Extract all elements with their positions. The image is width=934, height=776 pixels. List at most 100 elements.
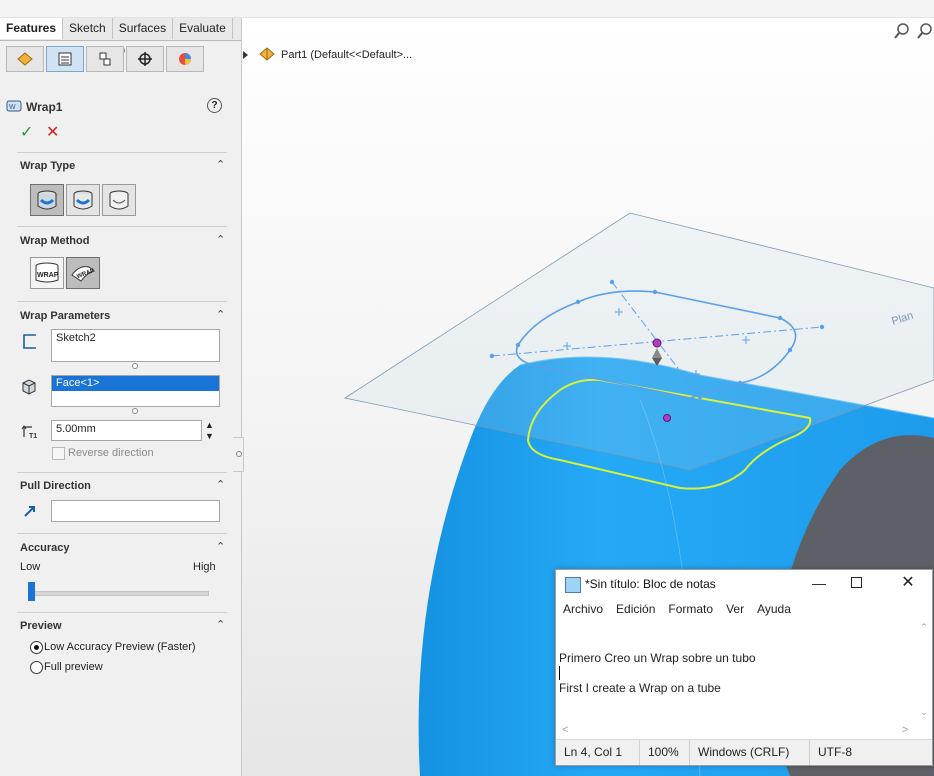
notepad-statusbar: Ln 4, Col 1 100% Windows (CRLF) UTF-8 [556,739,932,765]
face-selection-field[interactable]: Face<1> [51,375,220,407]
notepad-icon [565,577,581,593]
wrap-method-group: WRAP WRAP [30,257,100,289]
horizontal-scrollbar[interactable]: < > [556,724,916,738]
divider [17,226,227,227]
accuracy-collapse-icon[interactable]: ⌃ [216,540,225,553]
thickness-icon: T1 [20,423,40,444]
face-selection-icon [20,378,38,399]
tab-sketch[interactable]: Sketch [63,18,113,39]
minimize-button[interactable]: — [807,572,831,594]
notepad-text-area[interactable]: Primero Creo un Wrap sobre un tubo First… [556,618,916,727]
maximize-button[interactable] [851,577,862,588]
accuracy-slider-track[interactable] [32,591,209,596]
menu-formato[interactable]: Formato [655,598,713,618]
display-manager-icon[interactable] [166,46,204,72]
wrap-parameters-collapse-icon[interactable]: ⌃ [216,308,225,321]
status-eol: Windows (CRLF) [690,740,810,765]
status-zoom: 100% [640,740,690,765]
list-resize-handle[interactable] [132,363,138,369]
part-icon [258,46,276,65]
wrap-type-collapse-icon[interactable]: ⌃ [216,158,225,171]
pull-direction-collapse-icon[interactable]: ⌃ [216,478,225,491]
full-preview-radio[interactable] [30,661,43,674]
notepad-menubar: Archivo Edición Formato Ver Ayuda [556,598,932,619]
wrap-method-title: Wrap Method [20,235,90,247]
scribe-button[interactable] [102,184,136,216]
pull-direction-title: Pull Direction [20,480,91,492]
full-preview-label: Full preview [44,661,103,673]
menu-ver[interactable]: Ver [713,598,744,618]
source-sketch-value: Sketch2 [56,332,96,344]
menu-archivo[interactable]: Archivo [556,598,603,618]
status-encoding: UTF-8 [818,745,852,759]
svg-text:W: W [9,104,16,111]
source-sketch-field[interactable]: Sketch2 [51,329,220,362]
wrap-type-group [30,184,136,216]
list-resize-handle[interactable] [132,408,138,414]
property-manager-panel: Features Sketch Surfaces Evaluate W Wrap… [0,18,242,776]
svg-text:WRAP: WRAP [37,272,59,279]
zoom-to-fit-icon[interactable] [916,22,934,40]
property-manager-icon[interactable] [46,46,84,72]
wrap-feature-icon: W [6,98,22,117]
manager-tabs-row [6,46,234,72]
notepad-titlebar[interactable]: *Sin título: Bloc de notas — ✕ [556,570,932,598]
help-icon[interactable]: ? [207,98,222,113]
divider [17,533,227,534]
notepad-title: *Sin título: Bloc de notas [585,577,716,591]
accept-button[interactable]: ✓ [20,122,33,142]
tree-expand-arrow[interactable] [243,51,248,59]
wrap-parameters-title: Wrap Parameters [20,310,111,322]
preview-collapse-icon[interactable]: ⌃ [216,618,225,631]
accuracy-slider-thumb[interactable] [28,582,35,601]
tab-features[interactable]: Features [0,18,64,39]
close-button[interactable]: ✕ [898,572,918,594]
thickness-spin-down[interactable]: ▼ [205,431,215,441]
wrap-type-title: Wrap Type [20,160,76,172]
spline-surface-method-button[interactable]: WRAP [66,257,100,289]
divider [17,472,227,473]
command-manager-tabs: Features Sketch Surfaces Evaluate [0,18,241,41]
command-bar-strip [0,0,934,18]
part-tree-label[interactable]: Part1 (Default<<Default>... [281,49,412,61]
wrap-method-collapse-icon[interactable]: ⌃ [216,233,225,246]
low-accuracy-preview-radio[interactable] [30,641,43,654]
face-selection-item[interactable]: Face<1> [52,376,219,391]
pull-direction-field[interactable] [51,500,220,522]
zoom-to-area-icon[interactable] [893,22,911,40]
text-cursor [559,666,560,680]
sketch-selection-icon [20,332,40,353]
vertical-scrollbar[interactable]: ⌃ ⌄ [916,618,932,727]
divider [17,152,227,153]
low-accuracy-preview-label: Low Accuracy Preview (Faster) [44,641,196,653]
sketch-origin-point [652,338,662,348]
menu-ayuda[interactable]: Ayuda [744,598,791,618]
cancel-button[interactable]: ✕ [46,122,59,142]
text-line: Primero Creo un Wrap sobre un tubo [559,651,756,665]
divider [17,612,227,613]
thickness-spin-up[interactable]: ▲ [205,420,215,430]
accuracy-title: Accuracy [20,542,70,554]
face-origin-point [663,414,671,422]
emboss-button[interactable] [30,184,64,216]
deboss-button[interactable] [66,184,100,216]
tab-surfaces[interactable]: Surfaces [113,18,174,39]
thickness-input[interactable]: 5.00mm [51,420,202,441]
tab-evaluate[interactable]: Evaluate [173,18,233,39]
divider [17,301,227,302]
menu-edicion[interactable]: Edición [603,598,655,618]
reverse-direction-label: Reverse direction [68,447,154,459]
feature-manager-icon[interactable] [6,46,44,72]
thickness-value: 5.00mm [56,423,96,435]
feature-title: Wrap1 [26,100,63,114]
dimxpert-icon[interactable] [126,46,164,72]
analytical-method-button[interactable]: WRAP [30,257,64,289]
reverse-direction-checkbox[interactable] [52,447,65,460]
preview-title: Preview [20,620,62,632]
panel-splitter-handle[interactable] [233,437,244,472]
text-line: First I create a Wrap on a tube [559,681,721,695]
accuracy-high-label: High [193,561,216,573]
accuracy-low-label: Low [20,561,41,573]
configuration-manager-icon[interactable] [86,46,124,72]
status-position: Ln 4, Col 1 [556,740,640,765]
